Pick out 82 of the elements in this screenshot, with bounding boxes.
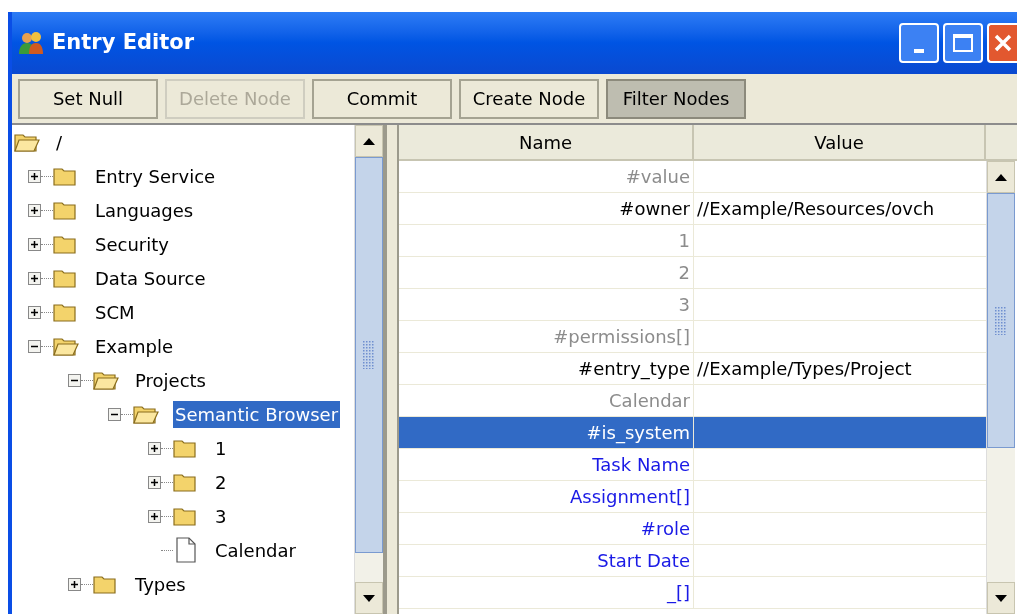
toolbar-button[interactable]: Filter Nodes bbox=[606, 78, 746, 119]
tree-item[interactable]: / bbox=[54, 128, 65, 156]
folder-icon bbox=[173, 471, 199, 493]
up-arrow-icon bbox=[363, 137, 375, 145]
scroll-down-button[interactable] bbox=[987, 582, 1015, 614]
value-cell-text: //Example/Resources/ovch bbox=[696, 197, 936, 221]
close-button[interactable] bbox=[987, 23, 1017, 63]
expand-icon[interactable] bbox=[68, 577, 81, 591]
tree-item[interactable]: Projects bbox=[133, 366, 208, 394]
folder-icon bbox=[53, 267, 79, 289]
tree-item[interactable]: Entry Service bbox=[93, 162, 218, 190]
scrollbar[interactable] bbox=[986, 161, 1015, 614]
folder-icon bbox=[173, 437, 199, 459]
scroll-thumb[interactable] bbox=[355, 157, 383, 553]
window-title: Entry Editor bbox=[52, 29, 195, 57]
name-cell: #role bbox=[399, 513, 694, 544]
expand-icon[interactable] bbox=[28, 169, 41, 183]
folder-icon bbox=[53, 199, 79, 221]
scroll-down-button[interactable] bbox=[355, 582, 383, 614]
scrollbar[interactable] bbox=[354, 125, 383, 614]
expand-icon[interactable] bbox=[28, 305, 41, 319]
folder-icon bbox=[53, 301, 79, 323]
name-cell: 2 bbox=[399, 257, 694, 288]
folder-icon bbox=[53, 165, 79, 187]
expand-icon[interactable] bbox=[148, 475, 161, 489]
tree-item[interactable]: Semantic Browser bbox=[173, 400, 341, 428]
scroll-up-button[interactable] bbox=[987, 161, 1015, 193]
collapse-icon[interactable] bbox=[108, 407, 121, 421]
collapse-icon[interactable] bbox=[28, 339, 41, 353]
open-folder-icon bbox=[93, 369, 119, 391]
column-header[interactable]: Name bbox=[399, 125, 694, 161]
scroll-thumb[interactable] bbox=[987, 193, 1015, 448]
name-cell: #entry_type bbox=[399, 353, 694, 384]
toolbar-button[interactable]: Commit bbox=[312, 78, 452, 119]
tree-item[interactable]: 2 bbox=[213, 468, 229, 496]
tree-item[interactable]: Example bbox=[93, 332, 176, 360]
tree-item[interactable]: 3 bbox=[213, 502, 229, 530]
header-corner bbox=[986, 125, 1017, 161]
name-cell: 1 bbox=[399, 225, 694, 256]
column-header[interactable]: Value bbox=[694, 125, 986, 161]
open-folder-icon bbox=[53, 335, 79, 357]
expand-icon[interactable] bbox=[28, 271, 41, 285]
toolbar-button[interactable]: Set Null bbox=[18, 78, 158, 119]
grip-icon bbox=[995, 306, 1007, 335]
document-icon bbox=[176, 537, 196, 563]
tree-item[interactable]: Types bbox=[133, 570, 188, 598]
users-icon bbox=[18, 30, 44, 56]
grip-icon bbox=[363, 341, 375, 369]
expand-icon[interactable] bbox=[148, 441, 161, 455]
tree-item[interactable]: Security bbox=[93, 230, 171, 258]
up-arrow-icon bbox=[995, 173, 1007, 181]
name-cell: 3 bbox=[399, 289, 694, 320]
name-cell: Assignment[] bbox=[399, 481, 694, 512]
name-cell: Calendar bbox=[399, 385, 694, 416]
collapse-icon[interactable] bbox=[68, 373, 81, 387]
name-cell: #is_system bbox=[399, 417, 694, 448]
minimize-button[interactable] bbox=[899, 23, 939, 63]
toolbar-button[interactable]: Create Node bbox=[459, 78, 599, 119]
down-arrow-icon bbox=[995, 594, 1007, 602]
name-cell: Task Name bbox=[399, 449, 694, 480]
scroll-up-button[interactable] bbox=[355, 125, 383, 157]
expand-icon[interactable] bbox=[28, 237, 41, 251]
name-cell: #value bbox=[399, 161, 694, 192]
down-arrow-icon bbox=[363, 594, 375, 602]
open-folder-icon bbox=[133, 403, 159, 425]
name-cell: #owner bbox=[399, 193, 694, 224]
name-cell: _[] bbox=[399, 577, 694, 608]
close-icon bbox=[993, 33, 1013, 53]
name-cell: #permissions[] bbox=[399, 321, 694, 352]
value-cell-text: //Example/Types/Project bbox=[696, 357, 913, 381]
folder-icon bbox=[173, 505, 199, 527]
expand-icon[interactable] bbox=[148, 509, 161, 523]
tree-item[interactable]: Calendar bbox=[213, 536, 298, 564]
tree-item[interactable]: 1 bbox=[213, 434, 229, 462]
expand-icon[interactable] bbox=[28, 203, 41, 217]
folder-icon bbox=[53, 233, 79, 255]
tree-item[interactable]: SCM bbox=[93, 298, 137, 326]
name-cell: Start Date bbox=[399, 545, 694, 576]
folder-icon bbox=[93, 573, 119, 595]
maximize-button[interactable] bbox=[943, 23, 983, 63]
tree-item[interactable]: Languages bbox=[93, 196, 196, 224]
tree-item[interactable]: Data Source bbox=[93, 264, 208, 292]
